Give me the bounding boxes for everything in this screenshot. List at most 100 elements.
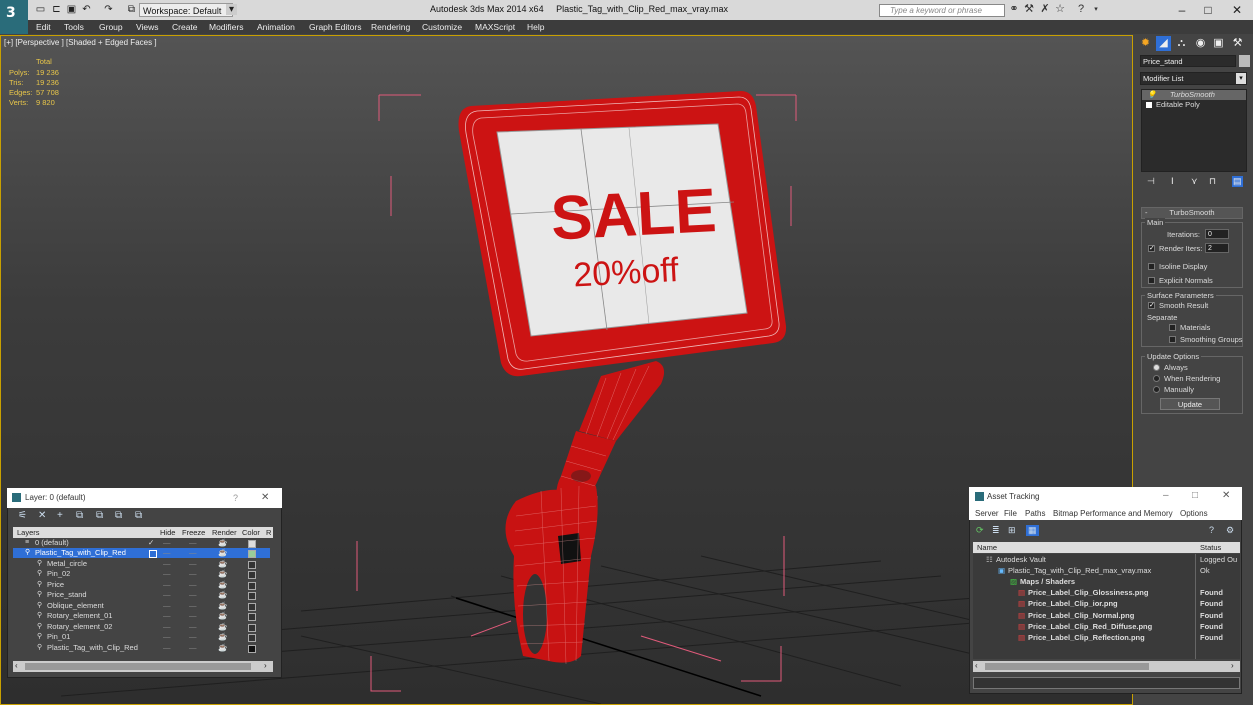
hide-toggle[interactable]: —: [163, 548, 171, 558]
freeze-toggle[interactable]: —: [189, 590, 197, 600]
menu-group[interactable]: Group: [99, 21, 123, 33]
render-teapot-icon[interactable]: ☕: [218, 559, 227, 569]
modifier-list-arrow-icon[interactable]: ▾: [1236, 73, 1246, 84]
save-icon[interactable]: ▣: [66, 4, 77, 15]
minimize-icon[interactable]: –: [1170, 2, 1194, 18]
object-color-swatch[interactable]: [1239, 55, 1250, 67]
layer-select-objects-icon[interactable]: ⧉: [96, 510, 103, 521]
asset-minimize-icon[interactable]: –: [1163, 490, 1169, 501]
layer-row[interactable]: ⚲ Plastic_Tag_with_Clip_Red — — ☕: [13, 643, 270, 653]
col-r[interactable]: R: [266, 527, 271, 538]
display-tab-icon[interactable]: ▣: [1211, 36, 1226, 51]
layer-color-swatch[interactable]: [248, 581, 256, 590]
create-tab-icon[interactable]: ✹: [1138, 36, 1153, 51]
workspace-arrow-icon[interactable]: ▾: [226, 4, 237, 15]
asset-row[interactable]: ▨ Maps / Shaders: [974, 576, 1239, 587]
layer-visibility-icon[interactable]: ⚲: [37, 632, 42, 642]
layer-color-swatch[interactable]: [248, 623, 256, 632]
asset-scrollbar[interactable]: ‹ ›: [973, 661, 1240, 672]
asset-menu-options[interactable]: Options: [1180, 509, 1208, 518]
col-layers[interactable]: Layers: [17, 527, 40, 538]
tree-view-icon[interactable]: ⊞: [1008, 525, 1016, 536]
explicit-normals-checkbox[interactable]: [1148, 277, 1155, 284]
menu-views[interactable]: Views: [136, 21, 159, 33]
refresh-icon[interactable]: ⟳: [976, 525, 984, 536]
layer-scrollbar[interactable]: ‹ ›: [13, 661, 273, 672]
layer-highlight-icon[interactable]: ⧉: [115, 510, 122, 521]
menu-tools[interactable]: Tools: [64, 21, 84, 33]
layer-row[interactable]: ⚲ Rotary_element_01 — — ☕: [13, 611, 270, 622]
iterations-spinner[interactable]: 0: [1205, 229, 1229, 239]
layer-color-swatch[interactable]: [248, 602, 256, 611]
help-arrow-icon[interactable]: ▾: [1090, 3, 1102, 16]
hierarchy-tab-icon[interactable]: ⛬: [1174, 36, 1189, 51]
layer-row[interactable]: ⚲ Oblique_element — — ☕: [13, 601, 270, 611]
undo-icon[interactable]: ↶: [81, 4, 92, 15]
search-input[interactable]: Type a keyword or phrase: [879, 4, 1005, 17]
layer-row[interactable]: ⚲ Price — — ☕: [13, 580, 270, 590]
layer-scroll-thumb[interactable]: [25, 663, 251, 670]
hide-toggle[interactable]: —: [163, 601, 171, 611]
when-rendering-radio[interactable]: [1153, 375, 1160, 382]
stack-item-editable-poly[interactable]: Editable Poly: [1142, 100, 1246, 110]
update-button[interactable]: Update: [1160, 398, 1220, 410]
object-name-field[interactable]: Price_stand: [1140, 55, 1236, 67]
layer-color-swatch[interactable]: [248, 644, 256, 653]
menu-rendering[interactable]: Rendering: [371, 21, 410, 33]
asset-menu-file[interactable]: File: [1004, 509, 1017, 518]
asset-row[interactable]: ▤ Price_Label_Clip_Glossiness.png Found: [974, 587, 1239, 598]
freeze-toggle[interactable]: —: [189, 611, 197, 621]
communication-icon[interactable]: ✗: [1039, 3, 1051, 16]
menu-customize[interactable]: Customize: [422, 21, 462, 33]
hide-toggle[interactable]: —: [163, 559, 171, 569]
scroll-left-icon[interactable]: ‹: [975, 661, 978, 670]
render-teapot-icon[interactable]: ☕: [218, 548, 227, 558]
list-view-icon[interactable]: ≣: [992, 525, 1000, 536]
project-folder-icon[interactable]: ⧉: [126, 4, 137, 15]
render-teapot-icon[interactable]: ☕: [218, 538, 227, 548]
menu-animation[interactable]: Animation: [257, 21, 295, 33]
bulb-icon[interactable]: 💡: [1147, 90, 1156, 100]
asset-menu-bitmap[interactable]: Bitmap Performance and Memory: [1053, 509, 1173, 518]
scroll-right-icon[interactable]: ›: [1231, 661, 1234, 670]
active-layer-check-icon[interactable]: ✓: [148, 538, 154, 548]
isoline-checkbox[interactable]: [1148, 263, 1155, 270]
col-hide[interactable]: Hide: [160, 527, 175, 538]
layer-visibility-icon[interactable]: ⚲: [37, 611, 42, 621]
remove-modifier-icon[interactable]: ⊓: [1209, 176, 1216, 187]
hide-toggle[interactable]: —: [163, 538, 171, 548]
table-view-icon[interactable]: ▦: [1026, 525, 1039, 536]
layer-hide-all-icon[interactable]: ⧉: [135, 510, 142, 521]
asset-settings-icon[interactable]: ⚙: [1226, 525, 1234, 536]
motion-tab-icon[interactable]: ◉: [1193, 36, 1208, 51]
render-iters-spinner[interactable]: 2: [1205, 243, 1229, 253]
menu-maxscript[interactable]: MAXScript: [475, 21, 515, 33]
configure-sets-icon[interactable]: ▤: [1232, 176, 1243, 187]
menu-create[interactable]: Create: [172, 21, 198, 33]
asset-path-field[interactable]: [973, 677, 1240, 689]
menu-modifiers[interactable]: Modifiers: [209, 21, 243, 33]
collapse-icon[interactable]: -: [1145, 208, 1148, 217]
render-teapot-icon[interactable]: ☕: [218, 580, 227, 590]
open-file-icon[interactable]: ⊏: [51, 4, 62, 15]
scroll-right-icon[interactable]: ›: [264, 661, 267, 670]
stack-item-turbosmooth[interactable]: 💡 TurboSmooth: [1142, 90, 1246, 100]
hide-toggle[interactable]: —: [163, 611, 171, 621]
layer-row[interactable]: ⚲ Rotary_element_02 — — ☕: [13, 622, 270, 632]
viewport-label[interactable]: [+] [Perspective ] [Shaded + Edged Faces…: [4, 38, 157, 47]
freeze-toggle[interactable]: —: [189, 643, 197, 653]
redo-icon[interactable]: ↷: [103, 4, 114, 15]
hide-toggle[interactable]: —: [163, 622, 171, 632]
layer-color-swatch[interactable]: [248, 592, 256, 601]
expand-icon[interactable]: [1146, 102, 1152, 108]
modifier-list-dropdown[interactable]: Modifier List: [1140, 72, 1247, 85]
app-logo-button[interactable]: 3: [0, 0, 28, 34]
close-icon[interactable]: ✕: [1225, 2, 1249, 18]
freeze-toggle[interactable]: —: [189, 569, 197, 579]
layer-add-selected-icon[interactable]: ⧉: [76, 510, 83, 521]
layer-close-icon[interactable]: ✕: [261, 492, 269, 503]
layer-visibility-icon[interactable]: ≡: [25, 538, 29, 548]
render-teapot-icon[interactable]: ☕: [218, 569, 227, 579]
make-unique-icon[interactable]: ⋎: [1191, 176, 1198, 187]
asset-menu-server[interactable]: Server: [975, 509, 999, 518]
